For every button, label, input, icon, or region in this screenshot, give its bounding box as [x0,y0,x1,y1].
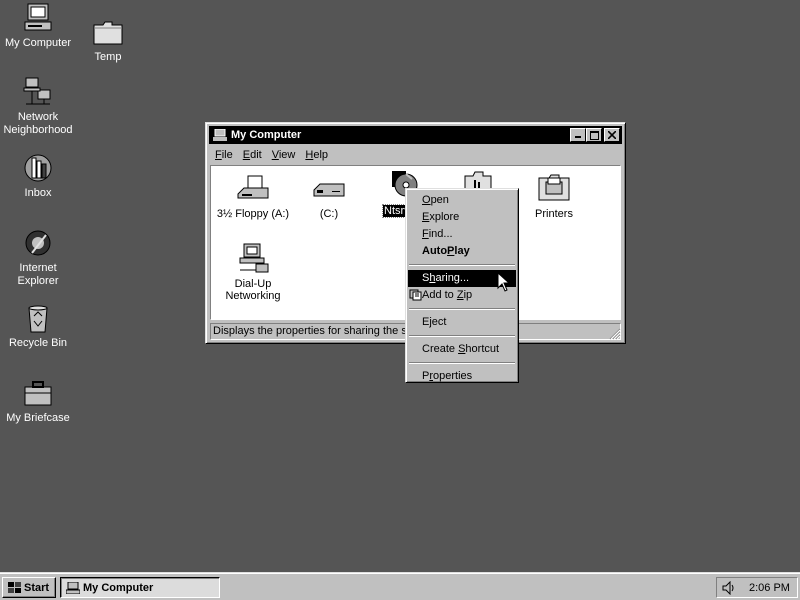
status-text: Displays the properties for sharing the … [213,325,416,337]
taskbar-button-my-computer[interactable]: My Computer [60,577,220,598]
clock[interactable]: 2:06 PM [749,582,790,594]
item-label: 3½ Floppy (A:) [216,208,290,220]
menu-view[interactable]: View [267,149,301,161]
inbox-icon [22,152,54,184]
desktop-icon-my-computer[interactable]: My Computer [0,2,78,50]
mouse-pointer-icon [497,271,511,294]
desktop-icon-label-line1: Internet [19,262,57,274]
menu-file[interactable]: File [210,149,238,161]
window-title: My Computer [231,129,302,141]
desktop-icon-label: My Computer [4,37,72,49]
network-icon [22,76,54,108]
zip-icon [409,289,422,301]
menu-bar: File Edit View Help [210,145,333,165]
menu-item-properties[interactable]: Properties [408,368,516,385]
desktop-icon-label: Temp [94,51,122,63]
menu-edit[interactable]: Edit [238,149,267,161]
hard-drive-icon [312,172,346,204]
item-label-line1: Dial-Up [234,278,272,290]
desktop-icon-label: Inbox [24,187,52,199]
maximize-button[interactable] [586,128,602,142]
menu-help[interactable]: Help [300,149,333,161]
desktop-icon-label: Recycle Bin [8,337,68,349]
internet-explorer-icon [22,227,54,259]
speaker-icon[interactable] [721,580,737,595]
desktop-icon-label: My Briefcase [6,412,70,424]
desktop-icon-my-briefcase[interactable]: My Briefcase [0,377,78,425]
menu-item-explore[interactable]: Explore [408,209,516,226]
menu-item-autoplay[interactable]: AutoPlay [408,243,516,260]
floppy-drive-item[interactable]: 3½ Floppy (A:) [216,172,290,220]
desktop-icon-network-neighborhood[interactable]: Network Neighborhood [0,76,78,137]
dial-up-networking-icon [236,242,270,274]
briefcase-icon [22,377,54,409]
computer-icon [22,2,54,34]
menu-separator [409,335,515,337]
menu-item-find[interactable]: Find... [408,226,516,243]
computer-icon [213,128,227,141]
title-bar[interactable]: My Computer [209,126,622,144]
computer-icon [65,581,81,594]
windows-logo-icon [6,581,22,595]
minimize-icon [575,136,581,138]
item-label: Printers [535,208,573,220]
menu-separator [409,264,515,266]
recycle-bin-icon [22,302,54,334]
taskbar: Start My Computer 2:06 PM [0,572,800,600]
item-label-line2: Networking [225,290,281,302]
maximize-icon [589,130,599,140]
desktop-icon-label-line2: Neighborhood [3,124,73,136]
resize-grip-icon[interactable] [609,328,621,340]
close-button[interactable] [604,128,620,142]
menu-separator [409,308,515,310]
menu-item-eject[interactable]: Eject [408,314,516,331]
system-tray: 2:06 PM [716,577,798,598]
desktop-icon-inbox[interactable]: Inbox [0,152,78,200]
taskbar-button-label: My Computer [83,581,154,594]
folder-icon [92,16,124,48]
menu-item-create-shortcut[interactable]: Create Shortcut [408,341,516,358]
floppy-drive-icon [236,172,270,204]
dial-up-networking-item[interactable]: Dial-Up Networking [216,242,290,302]
start-button[interactable]: Start [2,577,56,598]
menu-separator [409,362,515,364]
desktop-icon-label-line1: Network [17,111,59,123]
item-label: (C:) [319,208,339,220]
close-icon [608,131,616,139]
menu-item-open[interactable]: Open [408,192,516,209]
start-label: Start [24,581,50,594]
desktop-icon-temp[interactable]: Temp [68,16,148,64]
minimize-button[interactable] [570,128,586,142]
c-drive-item[interactable]: (C:) [292,172,366,220]
printer-folder-icon [537,172,571,204]
desktop-icon-recycle-bin[interactable]: Recycle Bin [0,302,78,350]
printers-item[interactable]: Printers [517,172,591,220]
desktop-icon-internet-explorer[interactable]: Internet Explorer [0,227,78,288]
desktop-icon-label-line2: Explorer [17,275,59,287]
